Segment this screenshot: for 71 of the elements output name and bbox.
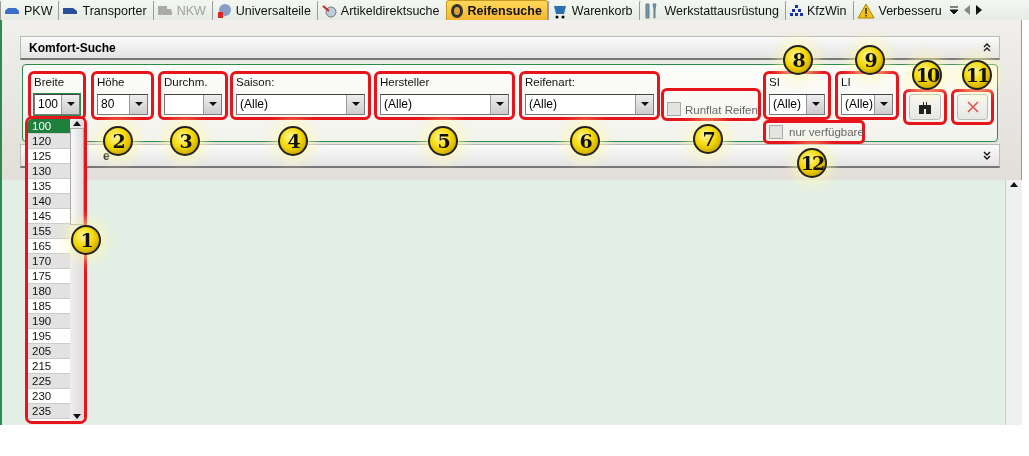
dropdown-arrow-icon xyxy=(640,102,649,107)
car-icon xyxy=(4,5,20,16)
close-icon xyxy=(966,101,979,113)
dropdown-arrow-icon xyxy=(134,102,143,107)
dropdown-option[interactable]: 215 xyxy=(28,359,70,374)
dropdown-option[interactable]: 185 xyxy=(28,299,70,314)
dropdown-option[interactable]: 125 xyxy=(28,149,70,164)
field-label: LI xyxy=(841,76,852,88)
dropdown-option[interactable]: 235 xyxy=(28,404,70,419)
dropdown-option[interactable]: 135 xyxy=(28,179,70,194)
dropdown-option[interactable]: 230 xyxy=(28,389,70,404)
dropdown-arrow-icon xyxy=(811,102,820,107)
dropdown-arrow-icon xyxy=(495,102,504,107)
field-label: Breite xyxy=(34,76,66,88)
section-title: Komfort-Suche xyxy=(29,40,116,55)
dropdown-arrow-icon xyxy=(66,102,75,107)
magnifier-icon xyxy=(320,2,337,19)
scrollbar-thumb[interactable] xyxy=(70,128,84,225)
warning-icon xyxy=(856,2,875,19)
field-label: Hersteller xyxy=(380,76,431,88)
dropdown-arrow-icon xyxy=(879,102,888,107)
scroll-down-icon[interactable] xyxy=(73,414,81,419)
dropdown-option[interactable]: 145 xyxy=(28,209,70,224)
dropdown-option[interactable]: 130 xyxy=(28,164,70,179)
dropdown-field[interactable]: 100 xyxy=(34,94,80,115)
dropdown-option[interactable]: 140 xyxy=(28,194,70,209)
dropdown-field[interactable]: (Alle) xyxy=(841,94,893,115)
scroll-up-icon[interactable] xyxy=(73,121,81,126)
dropdown-field[interactable]: (Alle) xyxy=(525,94,654,115)
dropdown-option[interactable]: 180 xyxy=(28,284,70,299)
grid-icon xyxy=(788,3,803,18)
tire-icon xyxy=(449,2,464,19)
dropdown-arrow-icon xyxy=(208,102,217,107)
dropdown-option[interactable]: 100 xyxy=(28,119,70,134)
dropdown-field[interactable]: (Alle) xyxy=(769,94,825,115)
dropdown-option[interactable]: 225 xyxy=(28,374,70,389)
scroll-left-icon[interactable] xyxy=(963,5,970,15)
dropdown-field[interactable]: (Alle) xyxy=(380,94,509,115)
van-icon xyxy=(62,5,79,16)
scroll-right-icon[interactable] xyxy=(975,5,982,15)
dropdown-option[interactable]: 190 xyxy=(28,314,70,329)
dropdown-field[interactable] xyxy=(164,94,222,115)
field-label: Saison: xyxy=(236,76,276,88)
field-label: Durchm. xyxy=(164,76,209,88)
clear-button[interactable] xyxy=(957,94,988,120)
checkbox[interactable] xyxy=(667,102,681,116)
expand-icon[interactable] xyxy=(983,151,991,160)
dropdown-field[interactable]: (Alle) xyxy=(236,94,365,115)
dropdown-option[interactable]: 155 xyxy=(28,224,70,239)
tab[interactable]: Reifensuche xyxy=(445,0,548,20)
dropdown-option[interactable]: 170 xyxy=(28,254,70,269)
dropdown-arrow-icon xyxy=(351,102,360,107)
dropdown-option[interactable]: 120 xyxy=(28,134,70,149)
field-label: SI xyxy=(769,76,781,88)
field-label: Reifenart: xyxy=(525,76,576,88)
scroll-up-icon[interactable] xyxy=(1010,182,1018,187)
collapse-icon[interactable] xyxy=(983,43,991,52)
dropdown-option[interactable]: 205 xyxy=(28,344,70,359)
scrollbar[interactable] xyxy=(1005,180,1022,425)
disc-icon xyxy=(215,2,232,19)
checkbox-label: Runflat Reifen xyxy=(685,104,758,116)
dropdown-option[interactable]: 165 xyxy=(28,239,70,254)
truck-icon xyxy=(156,3,173,18)
checkbox[interactable] xyxy=(769,125,783,139)
dropdown-option[interactable]: 195 xyxy=(28,329,70,344)
overflow-menu-icon[interactable] xyxy=(949,6,958,14)
dropdown-option[interactable]: 175 xyxy=(28,269,70,284)
search-button[interactable] xyxy=(909,94,941,120)
field-label: Höhe xyxy=(97,76,126,88)
binoculars-icon xyxy=(917,100,933,114)
dropdown-field[interactable]: 80 xyxy=(97,94,148,115)
